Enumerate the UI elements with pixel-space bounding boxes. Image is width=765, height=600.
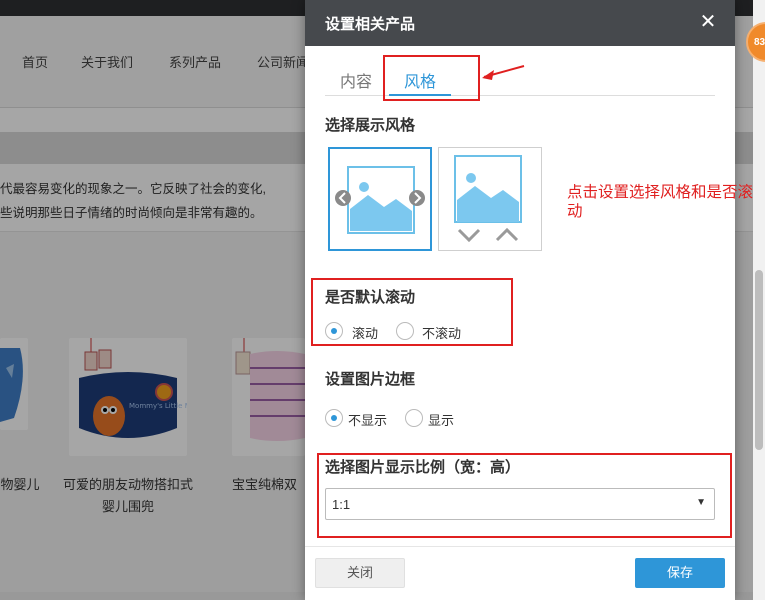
tab-content[interactable]: 内容 <box>340 68 372 92</box>
annotation-box-ratio <box>317 453 732 538</box>
annotation-box-scroll <box>311 278 513 346</box>
close-button[interactable]: 关闭 <box>315 558 405 588</box>
save-button[interactable]: 保存 <box>635 558 725 588</box>
border-radio-show[interactable] <box>405 409 423 427</box>
close-icon[interactable]: ✕ <box>695 9 721 35</box>
display-style-label: 选择展示风格 <box>325 117 416 134</box>
annotation-arrow-icon <box>482 65 525 80</box>
scrollbar-thumb[interactable] <box>755 270 763 450</box>
border-radio-hide[interactable] <box>325 409 343 427</box>
annotation-box-style-tab <box>383 55 480 101</box>
dialog-header: 设置相关产品 ✕ <box>305 0 735 46</box>
dialog-title: 设置相关产品 <box>325 16 416 33</box>
dialog-footer: 关闭 保存 <box>305 546 735 600</box>
border-radio-show-label[interactable]: 显示 <box>428 410 454 429</box>
annotation-text: 点击设置选择风格和是否滚动 <box>567 183 754 220</box>
style-option-horizontal[interactable] <box>328 147 432 251</box>
border-radio-hide-label[interactable]: 不显示 <box>348 410 387 429</box>
vertical-scroll-style-icon <box>454 155 522 243</box>
horizontal-scroll-style-icon <box>335 166 425 234</box>
style-option-vertical[interactable] <box>438 147 542 251</box>
image-border-label: 设置图片边框 <box>325 371 416 388</box>
